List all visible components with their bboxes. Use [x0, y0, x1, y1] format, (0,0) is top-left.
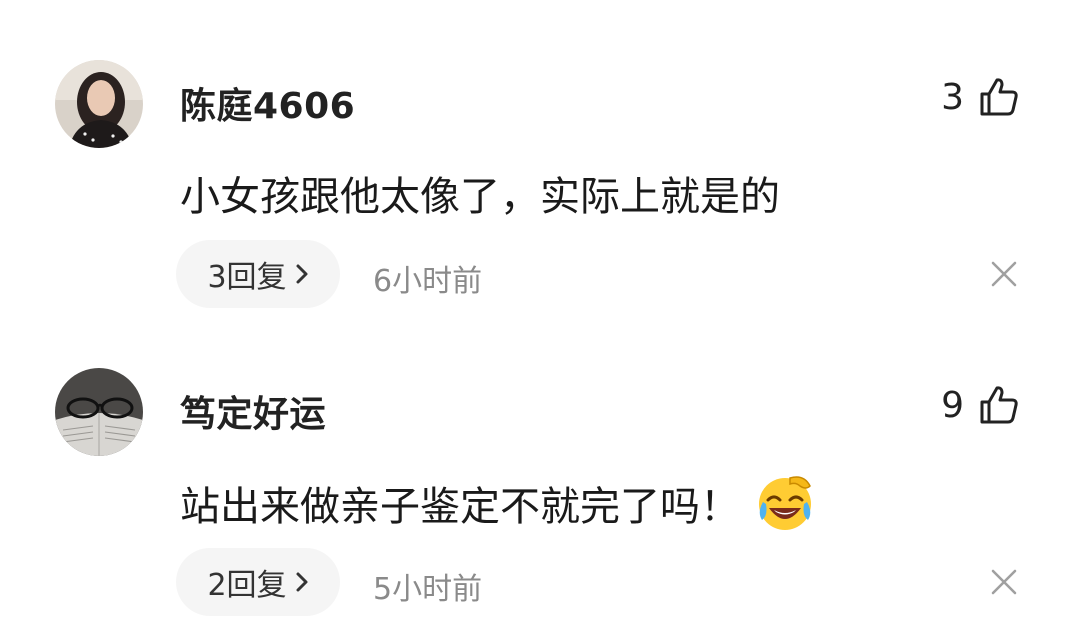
comment-text: 站出来做亲子鉴定不就完了吗！ [180, 472, 816, 534]
username[interactable]: 陈庭4606 [180, 77, 355, 129]
comment-item: 陈庭4606 3 小女孩跟他太像了，实际上就是的 3回复 6小时前 [0, 0, 1080, 308]
comment-item: 笃定好运 9 站出来做亲子鉴定不就完了吗！ 2回复 5小时前 [0, 308, 1080, 616]
close-icon[interactable] [990, 260, 1018, 288]
chevron-right-icon [296, 572, 308, 592]
reply-label: 2回复 [207, 568, 287, 603]
user-avatar[interactable] [55, 368, 143, 456]
thumbs-up-icon [980, 78, 1018, 116]
user-photo-avatar-icon [55, 60, 143, 148]
like-count: 3 [941, 76, 964, 118]
reply-label: 3回复 [207, 260, 287, 295]
comment-text-content: 站出来做亲子鉴定不就完了吗！ [180, 484, 740, 530]
user-avatar[interactable] [55, 60, 143, 148]
like-button[interactable]: 9 [941, 380, 1020, 430]
username[interactable]: 笃定好运 [180, 385, 326, 437]
like-count: 9 [941, 384, 964, 426]
thumbs-up-icon [980, 386, 1018, 424]
comment-time: 5小时前 [373, 572, 483, 607]
reply-button[interactable]: 2回复 [176, 548, 340, 616]
reply-button[interactable]: 3回复 [176, 240, 340, 308]
comment-text-content: 小女孩跟他太像了，实际上就是的 [180, 174, 780, 220]
chevron-right-icon [296, 264, 308, 284]
comment-time: 6小时前 [373, 264, 483, 299]
close-icon[interactable] [990, 568, 1018, 596]
laughing-crying-emoji-icon [759, 476, 811, 530]
like-button[interactable]: 3 [941, 72, 1020, 122]
glasses-on-book-avatar-icon [55, 368, 143, 456]
comment-text: 小女孩跟他太像了，实际上就是的 [180, 164, 780, 222]
